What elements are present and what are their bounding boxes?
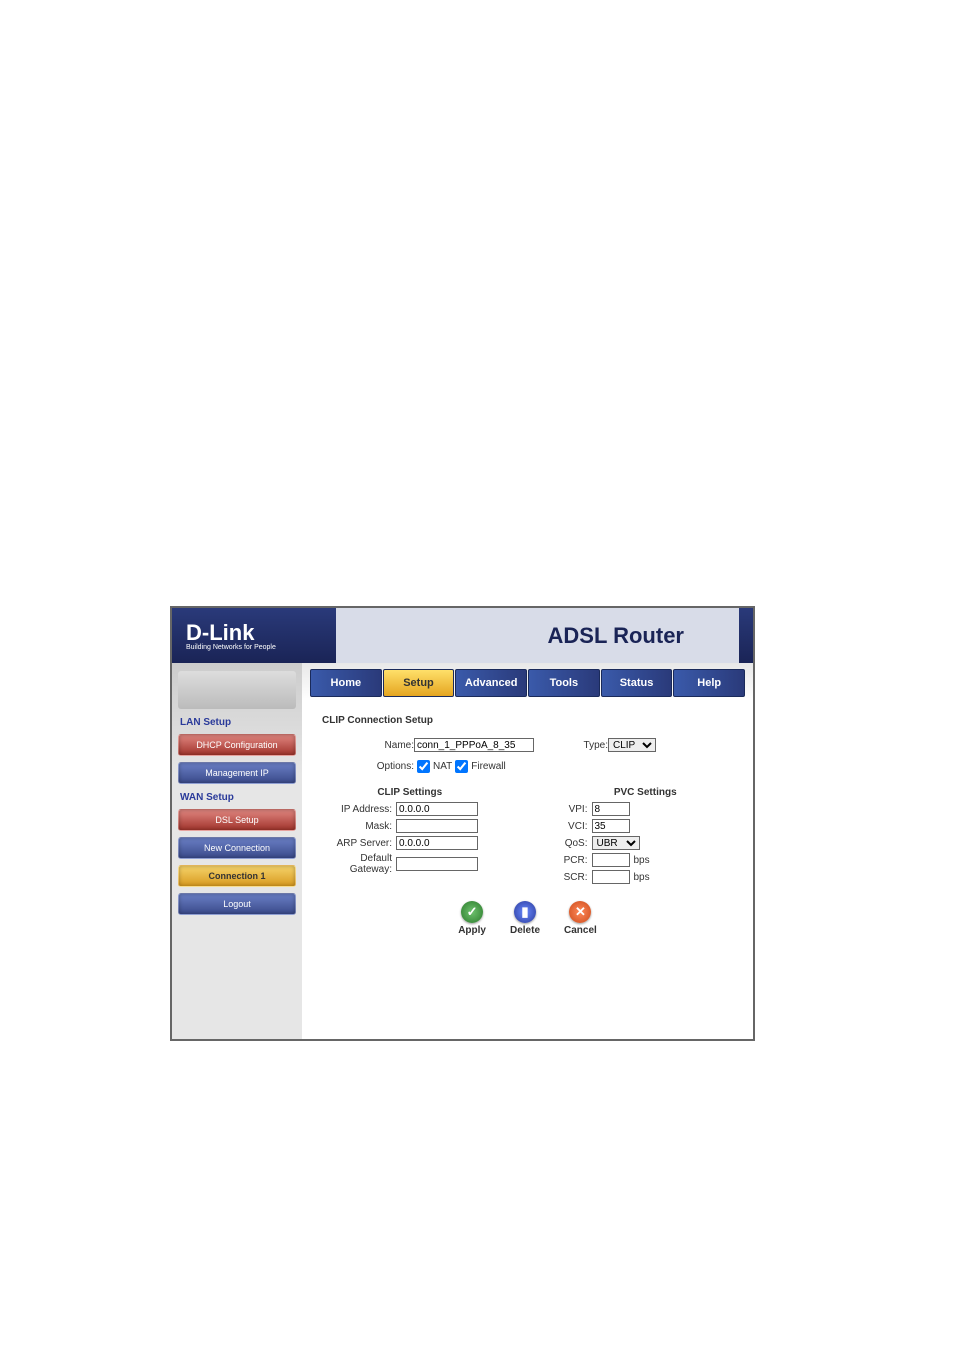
tab-home[interactable]: Home <box>310 669 382 697</box>
tab-setup[interactable]: Setup <box>383 669 455 697</box>
apply-label: Apply <box>458 925 486 936</box>
content-area: CLIP Connection Setup Name: Type: CLIP O <box>302 697 753 954</box>
type-select[interactable]: CLIP <box>608 738 656 752</box>
options-row: Options: NAT Firewall <box>362 760 733 773</box>
delete-icon: ▮ <box>514 901 536 923</box>
vci-input[interactable] <box>592 819 630 833</box>
sidebar-item-new-connection[interactable]: New Connection <box>178 837 296 859</box>
delete-button[interactable]: ▮ Delete <box>510 901 540 936</box>
apply-button[interactable]: ✓ Apply <box>458 901 486 936</box>
arp-server-label: ARP Server: <box>322 838 396 849</box>
name-input[interactable] <box>414 738 534 752</box>
vci-label: VCI: <box>558 821 592 832</box>
ip-address-label: IP Address: <box>322 804 396 815</box>
sidebar-item-dsl-setup[interactable]: DSL Setup <box>178 809 296 831</box>
qos-label: QoS: <box>558 838 592 849</box>
sidebar-item-management-ip[interactable]: Management IP <box>178 762 296 784</box>
mask-label: Mask: <box>322 821 396 832</box>
pcr-label: PCR: <box>558 855 592 866</box>
scr-label: SCR: <box>558 872 592 883</box>
sidebar-item-dhcp[interactable]: DHCP Configuration <box>178 734 296 756</box>
default-gateway-label: Default Gateway: <box>322 853 396 875</box>
pcr-input[interactable] <box>592 853 630 867</box>
nat-checkbox[interactable] <box>417 760 430 773</box>
tab-advanced[interactable]: Advanced <box>455 669 527 697</box>
tab-tools[interactable]: Tools <box>528 669 600 697</box>
apply-icon: ✓ <box>461 901 483 923</box>
tab-status[interactable]: Status <box>601 669 673 697</box>
qos-select[interactable]: UBR <box>592 836 640 850</box>
cable-image <box>178 671 296 709</box>
vpi-input[interactable] <box>592 802 630 816</box>
pvc-heading: PVC Settings <box>558 787 734 798</box>
ip-address-input[interactable] <box>396 802 478 816</box>
tab-help[interactable]: Help <box>673 669 745 697</box>
router-window: D-Link Building Networks for People ADSL… <box>170 606 755 1041</box>
options-label: Options: <box>362 761 414 772</box>
name-label: Name: <box>362 740 414 751</box>
arp-server-input[interactable] <box>396 836 478 850</box>
sidebar-heading-lan: LAN Setup <box>180 717 296 728</box>
header-bar: D-Link Building Networks for People ADSL… <box>172 608 753 663</box>
firewall-label: Firewall <box>471 761 505 772</box>
sidebar-item-connection-1[interactable]: Connection 1 <box>178 865 296 887</box>
cancel-button[interactable]: ✕ Cancel <box>564 901 597 936</box>
action-row: ✓ Apply ▮ Delete ✕ Cancel <box>322 901 733 936</box>
sidebar-heading-wan: WAN Setup <box>180 792 296 803</box>
mask-input[interactable] <box>396 819 478 833</box>
page-title: ADSL Router <box>518 613 715 659</box>
brand-tagline: Building Networks for People <box>186 644 276 651</box>
cancel-label: Cancel <box>564 925 597 936</box>
cancel-icon: ✕ <box>569 901 591 923</box>
header-title-area: ADSL Router <box>336 608 739 663</box>
sidebar-item-logout[interactable]: Logout <box>178 893 296 915</box>
brand-logo: D-Link Building Networks for People <box>186 620 276 651</box>
nat-label: NAT <box>433 761 452 772</box>
scr-input[interactable] <box>592 870 630 884</box>
sidebar: LAN Setup DHCP Configuration Management … <box>172 663 302 1039</box>
connection-top-row: Name: Type: CLIP <box>362 738 733 756</box>
scr-unit: bps <box>634 872 650 883</box>
main-tabs: Home Setup Advanced Tools Status Help <box>310 669 745 697</box>
main-panel: Home Setup Advanced Tools Status Help CL… <box>302 663 753 1039</box>
type-label: Type: <box>574 740 608 751</box>
body-area: LAN Setup DHCP Configuration Management … <box>172 663 753 1039</box>
delete-label: Delete <box>510 925 540 936</box>
firewall-checkbox[interactable] <box>455 760 468 773</box>
clip-settings-col: CLIP Settings IP Address: Mask: ARP Serv… <box>322 787 498 887</box>
default-gateway-input[interactable] <box>396 857 478 871</box>
settings-columns: CLIP Settings IP Address: Mask: ARP Serv… <box>322 787 733 887</box>
brand-text: D-Link <box>186 620 276 646</box>
clip-heading: CLIP Settings <box>322 787 498 798</box>
section-title: CLIP Connection Setup <box>322 715 733 726</box>
vpi-label: VPI: <box>558 804 592 815</box>
pvc-settings-col: PVC Settings VPI: VCI: QoS: UBR <box>558 787 734 887</box>
pcr-unit: bps <box>634 855 650 866</box>
